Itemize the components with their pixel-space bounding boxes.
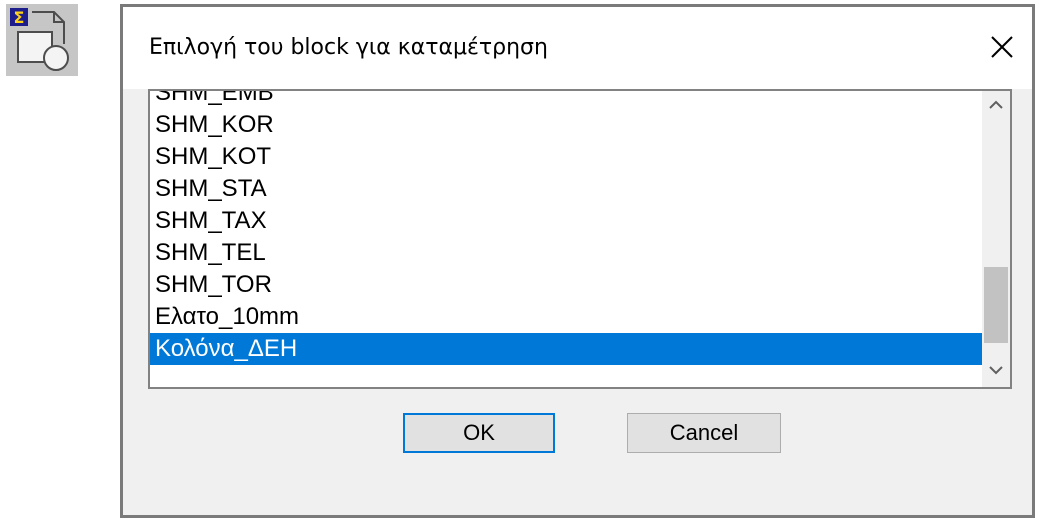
list-item-selected[interactable]: Κολόνα_ΔΕΗ bbox=[150, 333, 982, 365]
ok-button[interactable]: OK bbox=[403, 413, 555, 453]
block-select-dialog: Επιλογή του block για καταμέτρηση SHM_EM… bbox=[120, 4, 1035, 518]
chevron-down-icon bbox=[982, 366, 1010, 375]
list-item[interactable]: SHM_TOR bbox=[150, 269, 982, 301]
close-button[interactable] bbox=[980, 25, 1024, 69]
list-item[interactable]: SHM_KOT bbox=[150, 141, 982, 173]
list-scrollbar[interactable] bbox=[982, 91, 1010, 387]
chevron-up-icon bbox=[982, 100, 1010, 109]
sigma-glyph: Σ bbox=[14, 8, 25, 27]
cancel-button[interactable]: Cancel bbox=[627, 413, 781, 453]
scroll-thumb[interactable] bbox=[984, 267, 1008, 343]
dialog-titlebar[interactable]: Επιλογή του block για καταμέτρηση bbox=[123, 7, 1032, 89]
scroll-down-button[interactable] bbox=[982, 357, 1010, 387]
list-item[interactable]: SHM_TAX bbox=[150, 205, 982, 237]
block-list-items: SHM_EMB SHM_KOR SHM_KOT SHM_STA SHM_TAX … bbox=[150, 91, 982, 387]
list-item[interactable]: SHM_TEL bbox=[150, 237, 982, 269]
dialog-title: Επιλογή του block για καταμέτρηση bbox=[149, 35, 548, 60]
list-item[interactable]: SHM_EMB bbox=[150, 91, 982, 109]
block-list[interactable]: SHM_EMB SHM_KOR SHM_KOT SHM_STA SHM_TAX … bbox=[148, 89, 1012, 389]
list-item[interactable]: Ελατο_10mm bbox=[150, 301, 982, 333]
close-icon bbox=[980, 25, 1024, 69]
list-item[interactable]: SHM_KOR bbox=[150, 109, 982, 141]
list-item[interactable]: SHM_STA bbox=[150, 173, 982, 205]
scroll-up-button[interactable] bbox=[982, 91, 1010, 121]
block-count-sigma-icon[interactable]: Σ bbox=[6, 4, 78, 76]
